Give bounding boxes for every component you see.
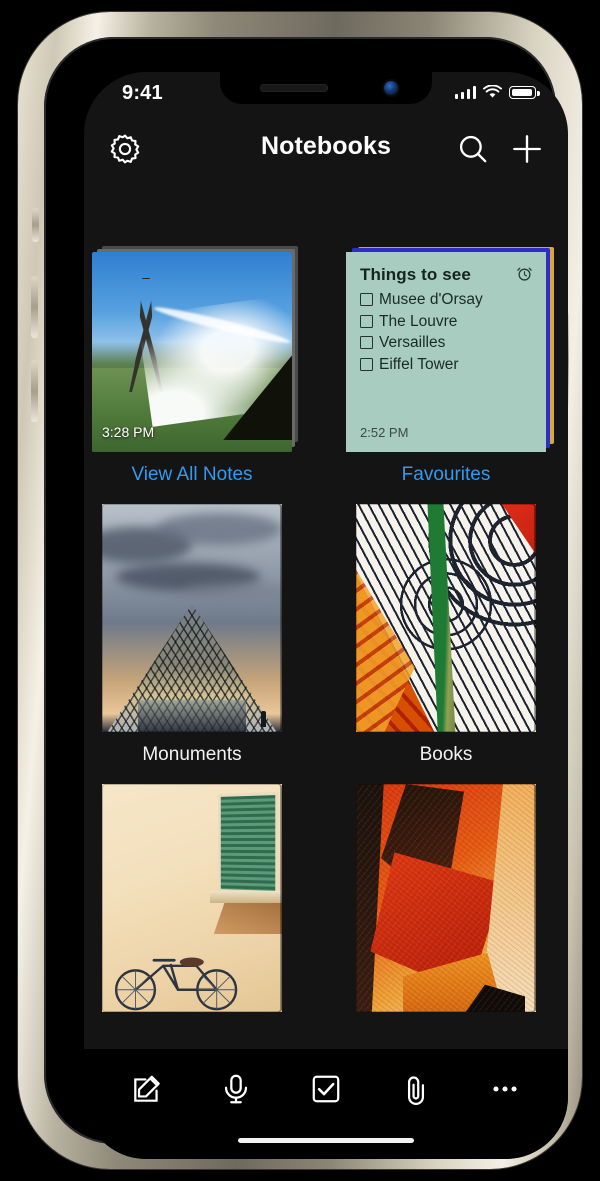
checklist-icon[interactable] [309, 1072, 343, 1106]
grid-label-books[interactable]: Books [346, 744, 546, 766]
grid-item-books[interactable] [356, 504, 536, 732]
navigation-bar: Notebooks [84, 118, 568, 182]
phone-bezel: 9:41 Notebooks 3:28 PM View All Notes Th… [44, 37, 568, 1159]
grid-item-red-abstract[interactable] [356, 784, 536, 1012]
more-icon[interactable] [488, 1072, 522, 1106]
grid-label-view-all-notes[interactable]: View All Notes [92, 464, 292, 486]
home-indicator[interactable] [238, 1137, 414, 1143]
checkbox-icon[interactable] [360, 336, 373, 350]
notch [220, 72, 432, 104]
front-camera-icon [384, 81, 398, 95]
note-title: Things to see [360, 265, 471, 284]
volume-up-button[interactable] [31, 276, 38, 338]
grid-item-view-all-notes[interactable]: 3:28 PM [92, 246, 298, 452]
grid-item-favourites[interactable]: Things to see Musee d'Orsay The Louvre V… [346, 247, 554, 452]
checkbox-icon[interactable] [360, 314, 373, 328]
page-title: Notebooks [260, 132, 392, 160]
compose-icon[interactable] [130, 1072, 164, 1106]
checkbox-icon[interactable] [360, 357, 373, 371]
note-timestamp: 2:52 PM [360, 425, 409, 440]
microphone-icon[interactable] [219, 1072, 253, 1106]
plus-icon[interactable] [510, 132, 544, 166]
bottom-toolbar [84, 1049, 568, 1159]
alarm-clock-icon [516, 265, 533, 282]
volume-down-button[interactable] [31, 360, 38, 422]
checklist-item-label: The Louvre [379, 312, 458, 330]
checklist-item[interactable]: The Louvre [360, 313, 532, 330]
checklist-item-label: Versailles [379, 334, 446, 352]
notebooks-grid: 3:28 PM View All Notes Things to see Mus… [84, 182, 568, 1049]
mute-switch[interactable] [32, 208, 39, 242]
checkbox-icon[interactable] [360, 293, 373, 307]
grid-label-monuments[interactable]: Monuments [92, 744, 292, 766]
grid-label-favourites[interactable]: Favourites [346, 464, 546, 486]
wifi-icon [483, 85, 502, 98]
cellular-bars-icon [454, 86, 476, 99]
phone-frame: 9:41 Notebooks 3:28 PM View All Notes Th… [18, 12, 582, 1169]
checklist-item-label: Eiffel Tower [379, 355, 459, 373]
note-checklist: Musee d'Orsay The Louvre Versailles Eiff… [360, 291, 532, 373]
phone-screen: 9:41 Notebooks 3:28 PM View All Notes Th… [84, 72, 568, 1159]
paperclip-icon[interactable] [399, 1072, 433, 1106]
status-icons [454, 85, 540, 99]
photo-timestamp: 3:28 PM [102, 424, 155, 440]
grid-item-bicycle[interactable] [102, 784, 282, 1012]
search-icon[interactable] [456, 132, 490, 166]
eiffel-tower-photo: 3:28 PM [92, 252, 292, 452]
screenshot-root: 9:41 Notebooks 3:28 PM View All Notes Th… [0, 0, 600, 1181]
status-time: 9:41 [122, 82, 163, 104]
sticky-note[interactable]: Things to see Musee d'Orsay The Louvre V… [346, 252, 546, 452]
checklist-item-label: Musee d'Orsay [379, 291, 483, 308]
checklist-item[interactable]: Eiffel Tower [360, 356, 532, 373]
earpiece-speaker-icon [260, 84, 328, 92]
grid-item-monuments[interactable] [102, 504, 282, 732]
battery-icon [509, 86, 540, 99]
checklist-item[interactable]: Musee d'Orsay [360, 291, 532, 308]
checklist-item[interactable]: Versailles [360, 334, 532, 351]
